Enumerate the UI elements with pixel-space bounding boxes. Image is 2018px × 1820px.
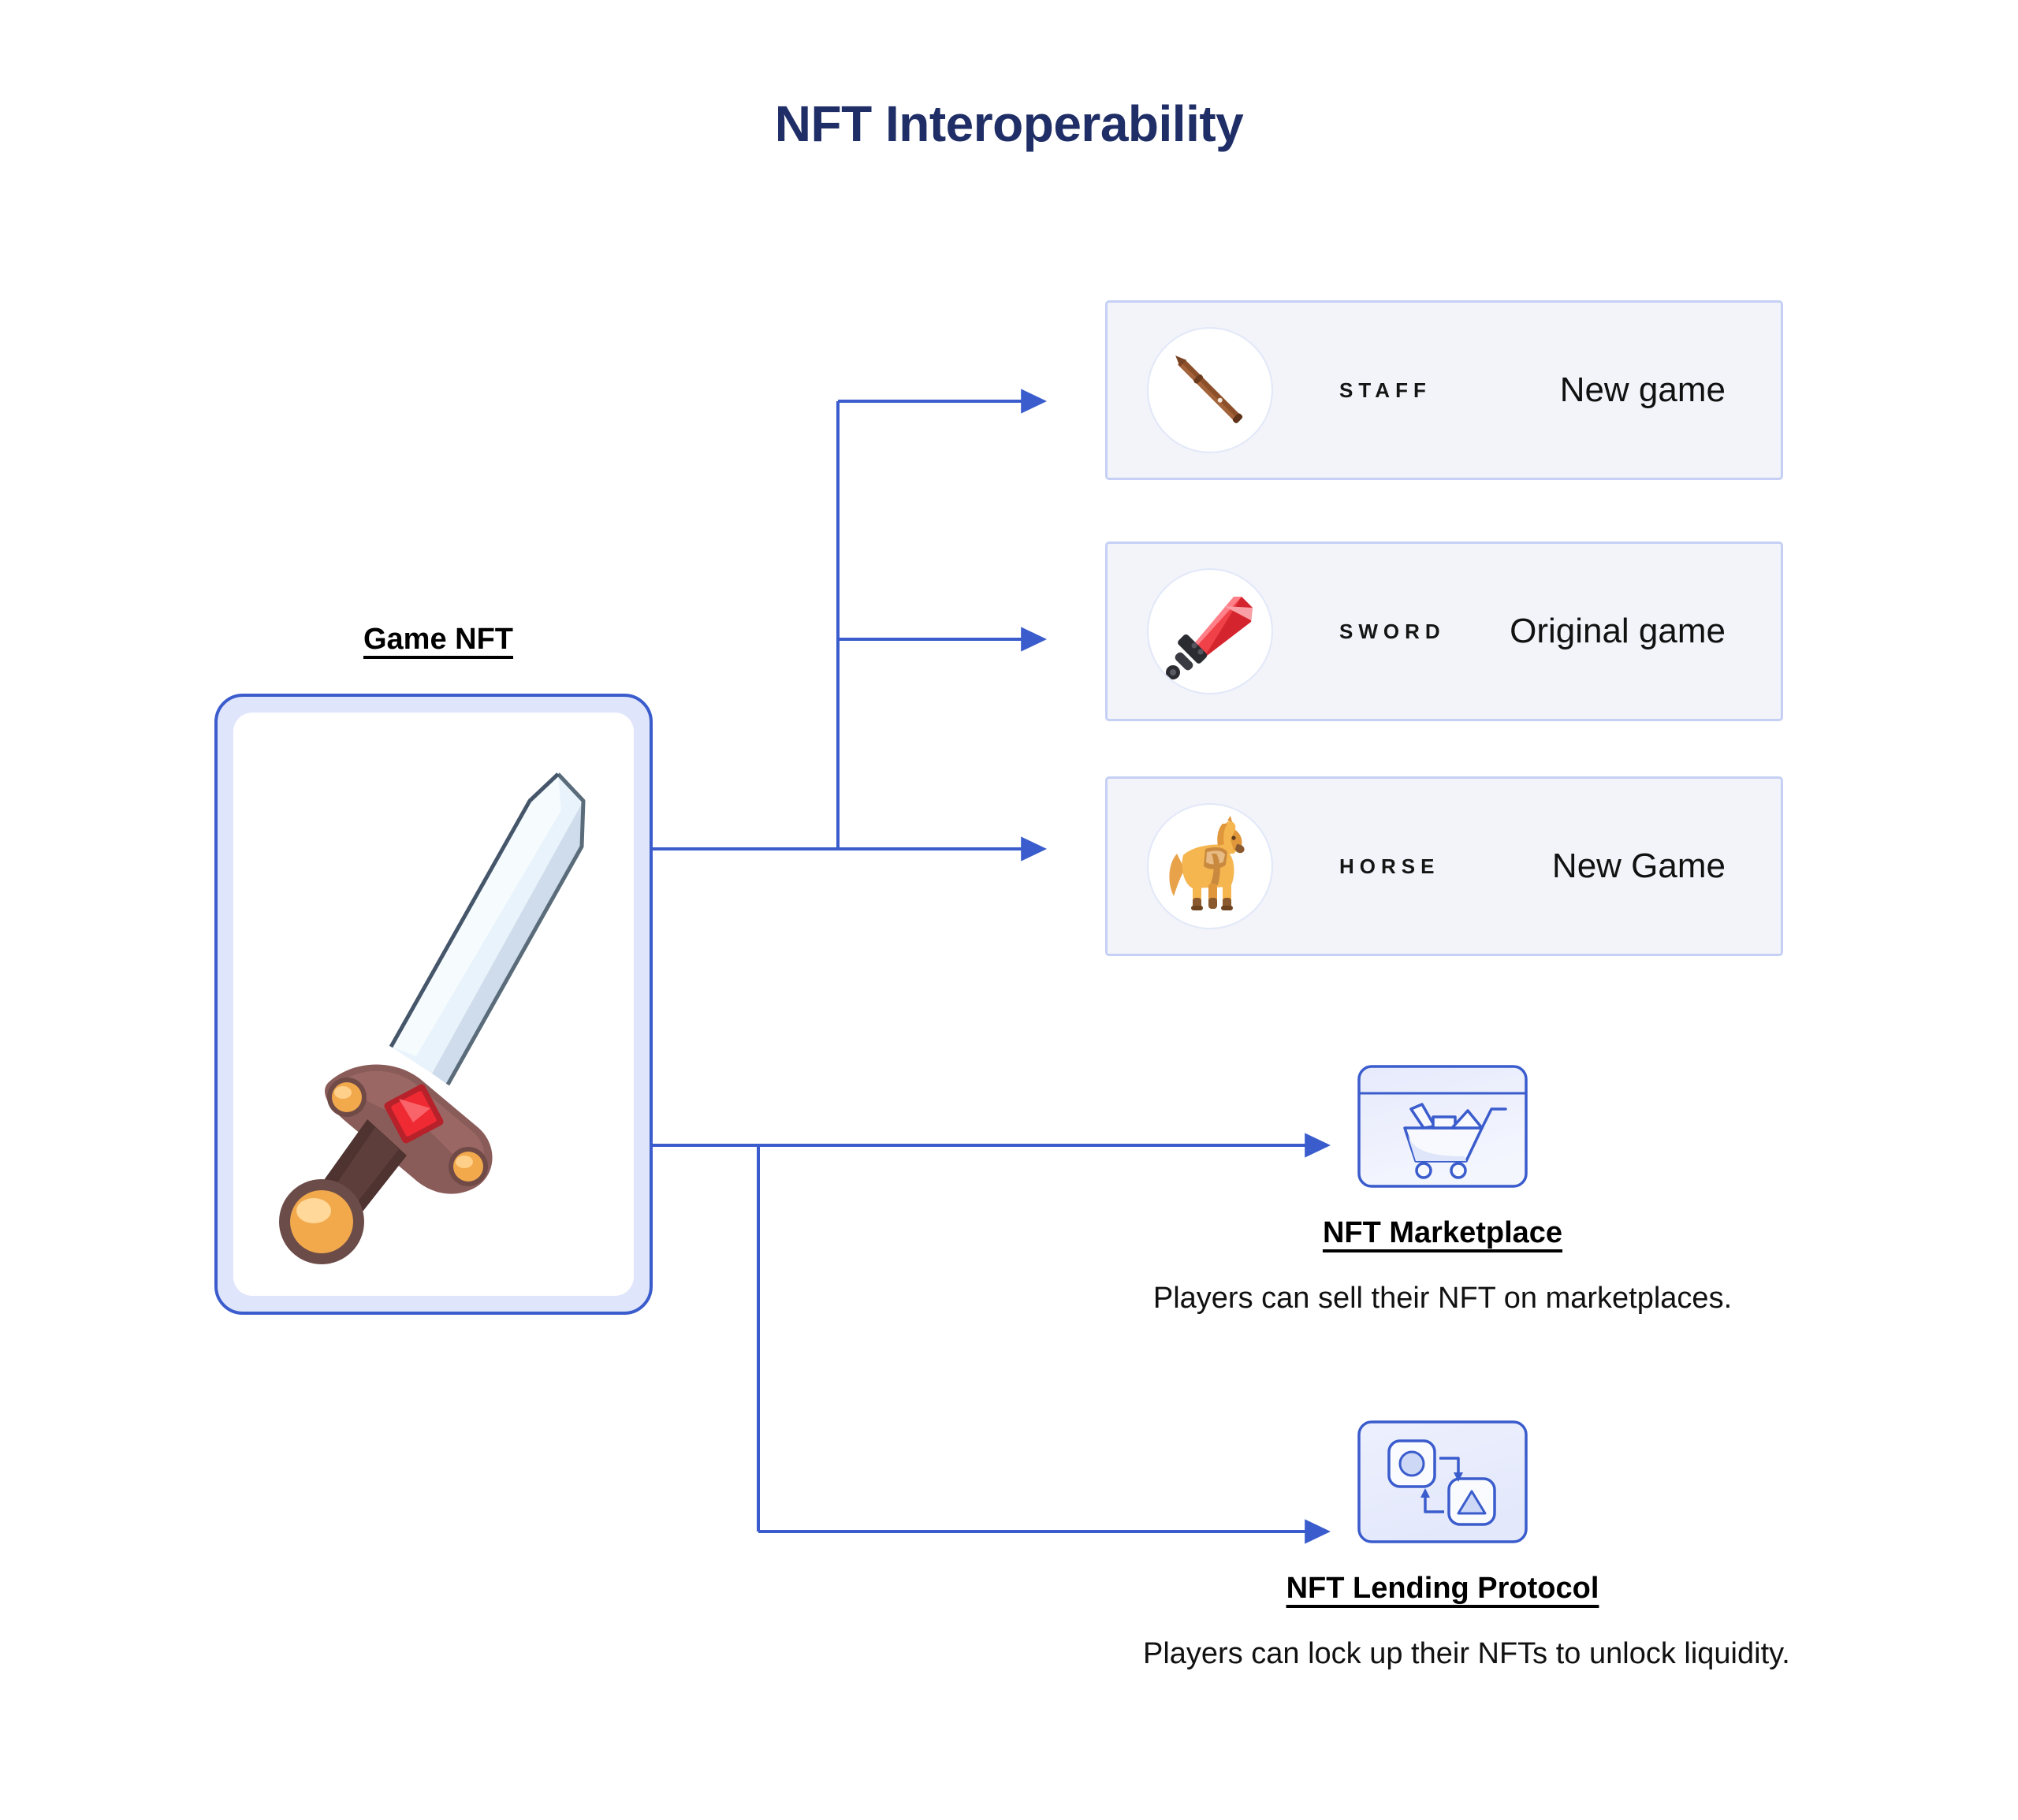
destination-caption: Players can lock up their NFTs to unlock…: [1143, 1637, 1790, 1670]
item-row[interactable]: STAFF New game: [1105, 300, 1783, 480]
item-game-label: New game: [1559, 370, 1726, 409]
game-nft-card-inner: [233, 713, 634, 1296]
item-row[interactable]: SWORD Original game: [1105, 542, 1783, 721]
item-tag: STAFF: [1339, 378, 1432, 402]
destination-title: NFT Marketplace: [1322, 1216, 1563, 1249]
diagram-canvas: NFT Interoperability Game NFT STAFF New …: [0, 0, 2018, 1820]
destination-caption: Players can sell their NFT on marketplac…: [1152, 1282, 1733, 1315]
destination-lending: NFT Lending Protocol Players can lock up…: [1143, 1419, 1790, 1671]
lending-swap-icon: [1357, 1420, 1528, 1543]
item-game-label: Original game: [1510, 612, 1726, 650]
destination-title: NFT Lending Protocol: [1286, 1572, 1599, 1605]
lending-icon-wrap: [1143, 1419, 1742, 1545]
page-title: NFT Interoperability: [774, 95, 1244, 152]
item-game-label: New Game: [1551, 847, 1726, 885]
sword-nft-artwork: [279, 772, 586, 1264]
item-tag: SWORD: [1339, 619, 1446, 643]
staff-icon: [1147, 327, 1273, 453]
marketplace-icon-wrap: [1143, 1063, 1742, 1189]
marketplace-browser-cart-icon: [1357, 1065, 1528, 1188]
destination-marketplace: NFT Marketplace Players can sell their N…: [1143, 1063, 1742, 1316]
item-row[interactable]: HORSE New Game: [1105, 776, 1783, 956]
horse-icon: [1147, 803, 1273, 929]
game-nft-label: Game NFT: [363, 623, 514, 656]
item-tag: HORSE: [1339, 854, 1440, 878]
game-nft-card[interactable]: [214, 694, 653, 1315]
sword-icon: [1147, 568, 1273, 694]
